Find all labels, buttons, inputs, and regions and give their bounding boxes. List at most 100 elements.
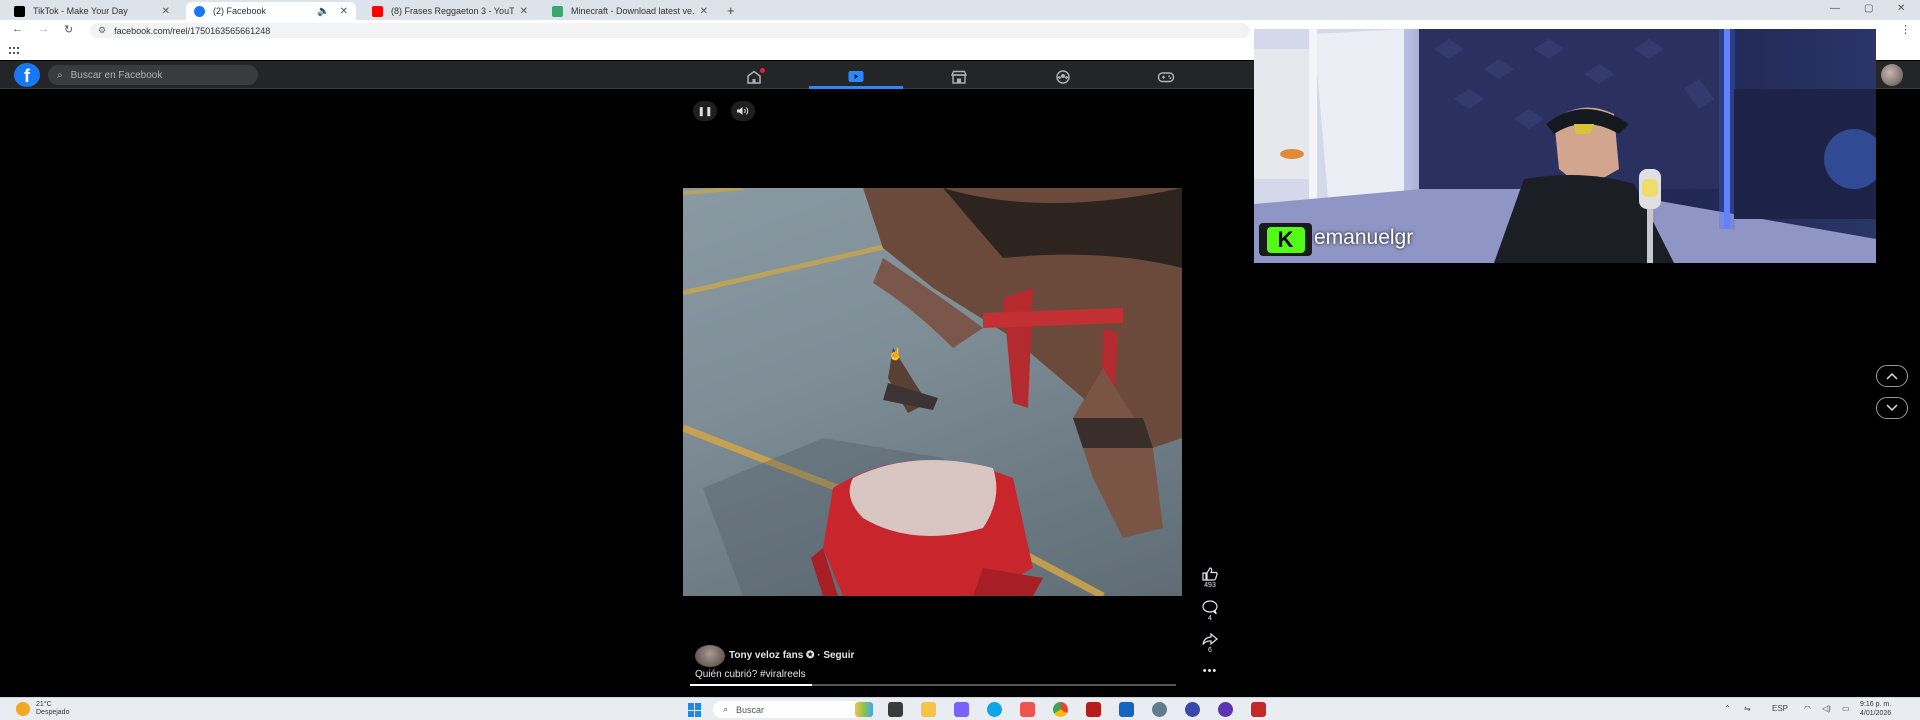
file-explorer-icon[interactable] (921, 702, 936, 717)
clock-time: 9:16 p. m. (1860, 701, 1892, 708)
reload-icon[interactable]: ↻ (64, 23, 73, 36)
widgets-icon[interactable] (855, 702, 873, 717)
share-icon (1202, 632, 1218, 646)
comment-count: 4 (1208, 615, 1212, 622)
taskbar-search-label: Buscar (736, 704, 765, 715)
menu-icon[interactable]: ⋮ (1900, 23, 1911, 36)
next-reel-button[interactable] (1876, 397, 1908, 419)
weather-sun-icon (16, 702, 30, 716)
new-tab-button[interactable]: + (727, 3, 735, 18)
app-icon[interactable] (1185, 702, 1200, 717)
tab-label: (2) Facebook (213, 6, 267, 16)
share-action[interactable]: 6 (1195, 632, 1225, 654)
pause-button[interactable]: ❚❚ (693, 101, 717, 121)
gaming-icon (1157, 72, 1175, 83)
close-icon[interactable]: ✕ (340, 6, 348, 17)
like-icon (1202, 567, 1218, 581)
maximize-icon[interactable]: ▢ (1864, 3, 1873, 14)
tab-tiktok[interactable]: TikTok - Make Your Day ✕ (6, 2, 178, 20)
back-icon[interactable]: ← (12, 23, 23, 35)
language-indicator[interactable]: ESP (1772, 704, 1788, 713)
chevron-down-icon (1886, 404, 1898, 412)
like-action[interactable]: 493 (1195, 567, 1225, 589)
app-icon[interactable] (1119, 702, 1134, 717)
temperature: 21°C (36, 701, 52, 708)
settings-icon[interactable] (1152, 702, 1167, 717)
nav-video[interactable] (809, 65, 903, 89)
screen: TikTok - Make Your Day ✕ (2) Facebook 🔈 … (0, 0, 1920, 720)
previous-reel-button[interactable] (1876, 365, 1908, 387)
share-count: 6 (1208, 647, 1212, 654)
reel-video[interactable] (683, 188, 1182, 596)
app-icon[interactable] (1251, 702, 1266, 717)
tab-label: Minecraft - Download latest ve... (571, 6, 694, 16)
tab-label: (8) Frases Reggaeton 3 - YouT... (391, 6, 514, 16)
nav-groups[interactable] (1016, 65, 1110, 89)
tiktok-icon (14, 5, 25, 17)
tab-minecraft[interactable]: Minecraft - Download latest ve... ✕ (544, 2, 716, 20)
kick-badge-letter: K (1266, 226, 1305, 253)
url-text: facebook.com/reel/1750163565661248 (114, 25, 271, 36)
streamer-username: emanuelgr (1314, 226, 1414, 249)
author-avatar[interactable] (695, 645, 725, 667)
search-icon: ⌕ (723, 704, 729, 714)
app-icon[interactable] (954, 702, 969, 717)
windows-taskbar: 21°C Despejado ⌕ Buscar ⌃ ⇋ ESP ◠ ◁) ▭ 9… (0, 697, 1920, 720)
windows-start-icon[interactable] (688, 703, 702, 717)
like-count: 493 (1204, 582, 1216, 589)
nav-marketplace[interactable] (912, 65, 1006, 89)
close-icon[interactable]: ✕ (520, 6, 528, 17)
task-view-icon[interactable] (888, 702, 903, 717)
edge-icon[interactable] (987, 702, 1002, 717)
apps-grid-icon[interactable] (9, 47, 19, 55)
volume-icon[interactable]: ◁) (1822, 704, 1831, 713)
video-progress-fill (690, 684, 812, 686)
minimize-icon[interactable]: — (1830, 3, 1840, 14)
facebook-search[interactable]: ⌕ Buscar en Facebook (48, 65, 258, 85)
author-name[interactable]: Tony veloz fans ✪ · Seguir (729, 650, 854, 661)
close-icon[interactable]: ✕ (162, 6, 170, 17)
tab-label: TikTok - Make Your Day (33, 6, 128, 16)
groups-icon (1056, 70, 1070, 84)
comment-action[interactable]: 4 (1195, 600, 1225, 622)
site-settings-icon[interactable]: ⚙ (98, 25, 106, 36)
tab-youtube[interactable]: (8) Frases Reggaeton 3 - YouT... ✕ (364, 2, 536, 20)
network-icon[interactable]: ⇋ (1744, 704, 1751, 713)
marketplace-icon (950, 70, 968, 84)
kick-logo: K (1259, 223, 1312, 256)
app-icon[interactable] (1218, 702, 1233, 717)
speaker-icon[interactable]: 🔈 (317, 6, 329, 17)
wifi-icon[interactable]: ◠ (1804, 704, 1811, 713)
weather-widget[interactable]: 21°C Despejado (16, 701, 69, 717)
chrome-icon[interactable] (1053, 702, 1068, 717)
app-icon[interactable] (1020, 702, 1035, 717)
reel-caption: Quién cubrió? #viralreels (695, 669, 806, 680)
notification-dot (760, 68, 765, 73)
tab-facebook[interactable]: (2) Facebook 🔈 ✕ (186, 2, 356, 20)
window-close-icon[interactable]: ✕ (1897, 3, 1905, 14)
more-options-icon[interactable]: ••• (1195, 665, 1225, 677)
nav-home[interactable] (707, 65, 801, 89)
profile-avatar[interactable] (1881, 64, 1903, 86)
video-progress-bar[interactable] (690, 684, 1176, 686)
search-placeholder: Buscar en Facebook (70, 69, 163, 81)
facebook-icon (194, 5, 205, 17)
speaker-icon (737, 107, 749, 115)
facebook-logo[interactable]: f (14, 63, 40, 87)
search-icon: ⌕ (57, 69, 63, 81)
battery-icon[interactable]: ▭ (1842, 704, 1850, 713)
browser-tab-strip: TikTok - Make Your Day ✕ (2) Facebook 🔈 … (0, 0, 1920, 20)
close-icon[interactable]: ✕ (700, 6, 708, 17)
address-bar[interactable]: ⚙ facebook.com/reel/1750163565661248 (90, 23, 1250, 38)
system-clock[interactable]: 9:16 p. m. 4/01/2026 (1860, 700, 1891, 718)
nav-gaming[interactable] (1119, 65, 1213, 89)
forward-icon[interactable]: → (38, 23, 49, 35)
tray-overflow-icon[interactable]: ⌃ (1724, 704, 1731, 713)
app-icon[interactable] (1086, 702, 1101, 717)
volume-button[interactable] (731, 101, 755, 121)
cursor-icon: ☝ (888, 347, 903, 361)
taskbar-search[interactable]: ⌕ Buscar (713, 701, 863, 718)
youtube-icon (372, 5, 383, 17)
minecraft-icon (552, 5, 563, 17)
comment-icon (1202, 600, 1218, 614)
